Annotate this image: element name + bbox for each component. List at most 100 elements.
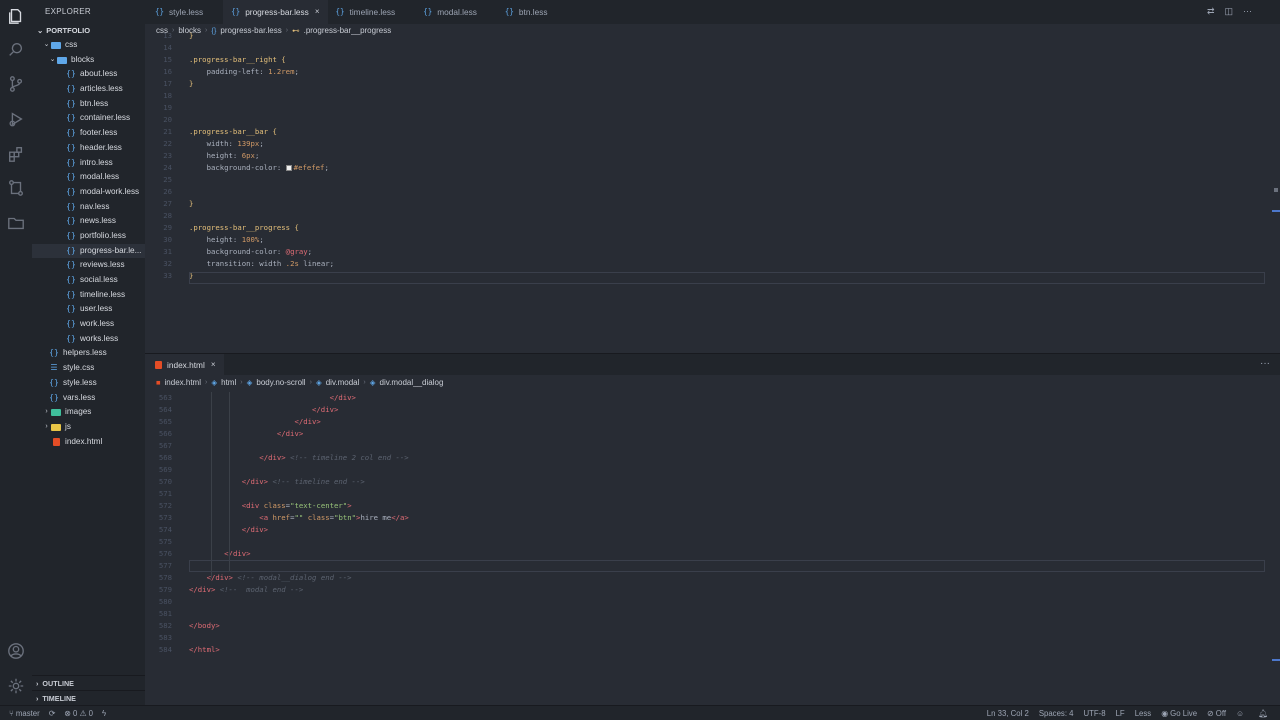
sync-icon[interactable]: ⟳ xyxy=(49,709,56,718)
editor-tab[interactable]: {} timeline.less xyxy=(328,0,416,24)
tab-label: style.less xyxy=(169,7,204,17)
tree-file[interactable]: {} helpers.less xyxy=(32,346,145,361)
tree-file[interactable]: {} work.less xyxy=(32,317,145,332)
cursor-position[interactable]: Ln 33, Col 2 xyxy=(987,709,1029,718)
tree-file[interactable]: {} portfolio.less xyxy=(32,229,145,244)
branch-status[interactable]: ⑂ master xyxy=(9,709,40,718)
code-editor-bottom[interactable]: 563 </div> 564 </div> 565 </div> 566 </div>… xyxy=(145,392,1265,672)
code-line[interactable]: </div> xyxy=(189,429,303,438)
bolt-icon[interactable]: ϟ xyxy=(102,709,106,718)
tree-file[interactable]: {} progress-bar.le... xyxy=(32,243,145,259)
code-line[interactable]: height: 100%; xyxy=(189,235,264,244)
editor-tab[interactable]: {} style.less xyxy=(147,0,223,24)
code-line[interactable]: </div> <!-- timeline 2 col end --> xyxy=(189,453,408,462)
language-mode[interactable]: Less xyxy=(1135,709,1151,718)
end-of-line[interactable]: LF xyxy=(1116,709,1125,718)
tree-folder[interactable]: › images xyxy=(32,405,145,420)
tree-file[interactable]: {} style.less xyxy=(32,376,145,391)
tree-file[interactable]: {} articles.less xyxy=(32,82,145,97)
feedback-icon[interactable]: ☺ xyxy=(1236,709,1244,718)
code-line[interactable]: <a href="" class="btn">hire me</a> xyxy=(189,513,408,522)
code-line[interactable]: </body> xyxy=(189,621,220,630)
code-line[interactable]: .progress-bar__right { xyxy=(189,55,286,64)
tree-file[interactable]: {} header.less xyxy=(32,141,145,156)
breadcrumb-item[interactable]: div.modal xyxy=(326,376,360,390)
files-icon[interactable] xyxy=(6,6,26,26)
code-line[interactable]: width: 139px; xyxy=(189,139,264,148)
code-line[interactable]: </html> xyxy=(189,645,220,654)
code-line[interactable]: </div> <!-- modal__dialog end --> xyxy=(189,573,352,582)
source-control-icon[interactable] xyxy=(6,74,26,94)
tree-folder[interactable]: ⌄ css xyxy=(32,38,145,53)
tree-file[interactable]: {} timeline.less xyxy=(32,288,145,303)
close-icon[interactable]: × xyxy=(315,0,320,24)
code-line[interactable]: height: 6px; xyxy=(189,151,260,160)
tree-file[interactable]: {} nav.less xyxy=(32,200,145,215)
code-line[interactable]: transition: width .2s linear; xyxy=(189,259,334,268)
tree-file[interactable]: {} works.less xyxy=(32,332,145,347)
editor-tab[interactable]: {} progress-bar.less × xyxy=(223,0,328,24)
breadcrumb-item[interactable]: body.no-scroll xyxy=(256,376,305,390)
code-line[interactable]: } xyxy=(189,31,193,40)
tree-file[interactable]: {} about.less xyxy=(32,67,145,82)
tree-file[interactable]: {} container.less xyxy=(32,111,145,126)
code-line[interactable]: <div class="text-center"> xyxy=(189,501,352,510)
encoding[interactable]: UTF-8 xyxy=(1084,709,1106,718)
tree-file[interactable]: {} social.less xyxy=(32,273,145,288)
code-line[interactable]: </div> xyxy=(189,549,250,558)
folder-icon[interactable] xyxy=(6,213,26,233)
tree-file[interactable]: ☰ style.css xyxy=(32,361,145,376)
notifications-icon[interactable]: 🔔︎ xyxy=(1258,709,1268,718)
timeline-section[interactable]: › TIMELINE xyxy=(32,690,145,705)
code-line[interactable]: </div> xyxy=(189,417,320,426)
code-editor-top[interactable]: 13} 14 15 .progress-bar__right {16 padding-… xyxy=(145,31,1265,335)
code-line[interactable]: .progress-bar__bar { xyxy=(189,127,277,136)
breadcrumb-item[interactable]: div.modal__dialog xyxy=(380,376,444,390)
split-editor-icon[interactable]: ◫ xyxy=(1224,6,1233,17)
tree-file[interactable]: {} modal.less xyxy=(32,170,145,185)
tree-file[interactable]: {} footer.less xyxy=(32,126,145,141)
more-actions-icon[interactable]: ··· xyxy=(1260,358,1270,369)
tree-folder[interactable]: ⌄ blocks xyxy=(32,53,145,68)
workspace-section[interactable]: ⌄ PORTFOLIO xyxy=(32,24,145,38)
compare-icon[interactable]: ⇄ xyxy=(1207,6,1215,17)
account-icon[interactable] xyxy=(6,641,26,661)
editor-tab[interactable]: {} modal.less xyxy=(415,0,497,24)
tree-file[interactable]: index.html xyxy=(32,435,145,450)
remote-icon[interactable] xyxy=(6,178,26,198)
extensions-icon[interactable] xyxy=(6,144,26,164)
search-icon[interactable] xyxy=(6,40,26,60)
code-line[interactable]: padding-left: 1.2rem; xyxy=(189,67,299,76)
breadcrumb-item[interactable]: index.html xyxy=(165,376,201,390)
git-branch-icon: ⑂ xyxy=(9,708,14,718)
code-line[interactable]: </div> <!-- modal end --> xyxy=(189,585,303,594)
editor-tab[interactable]: {} btn.less xyxy=(497,0,568,24)
code-line[interactable]: .progress-bar__progress { xyxy=(189,223,299,232)
tree-file[interactable]: {} news.less xyxy=(32,214,145,229)
more-actions-icon[interactable]: ··· xyxy=(1243,6,1252,17)
go-live-button[interactable]: ◉ Go Live xyxy=(1161,709,1197,718)
tree-file[interactable]: {} reviews.less xyxy=(32,258,145,273)
tree-folder[interactable]: › js xyxy=(32,420,145,435)
tree-file[interactable]: {} intro.less xyxy=(32,156,145,171)
settings-icon[interactable] xyxy=(6,676,26,696)
problems-status[interactable]: ⊗ 0 ⚠ 0 xyxy=(64,709,93,718)
code-line[interactable]: </div> xyxy=(189,393,356,402)
indentation[interactable]: Spaces: 4 xyxy=(1039,709,1074,718)
line-number: 14 xyxy=(163,43,172,52)
prettier-status[interactable]: ⊘ Off xyxy=(1207,709,1226,718)
run-debug-icon[interactable] xyxy=(6,109,26,129)
tree-file[interactable]: {} user.less xyxy=(32,302,145,317)
tree-file[interactable]: {} btn.less xyxy=(32,97,145,112)
tree-file[interactable]: {} modal-work.less xyxy=(32,185,145,200)
tree-file[interactable]: {} vars.less xyxy=(32,391,145,406)
code-line[interactable]: background-color: @gray; xyxy=(189,247,312,256)
tab-index-html[interactable]: index.html × xyxy=(145,354,224,376)
breadcrumb-item[interactable]: html xyxy=(221,376,236,390)
code-line[interactable]: </div> <!-- timeline end --> xyxy=(189,477,365,486)
code-line[interactable]: } xyxy=(189,79,193,88)
code-line[interactable]: background-color: #efefef; xyxy=(189,163,329,172)
outline-section[interactable]: › OUTLINE xyxy=(32,675,145,690)
code-line[interactable]: } xyxy=(189,199,193,208)
close-icon[interactable]: × xyxy=(211,354,216,376)
